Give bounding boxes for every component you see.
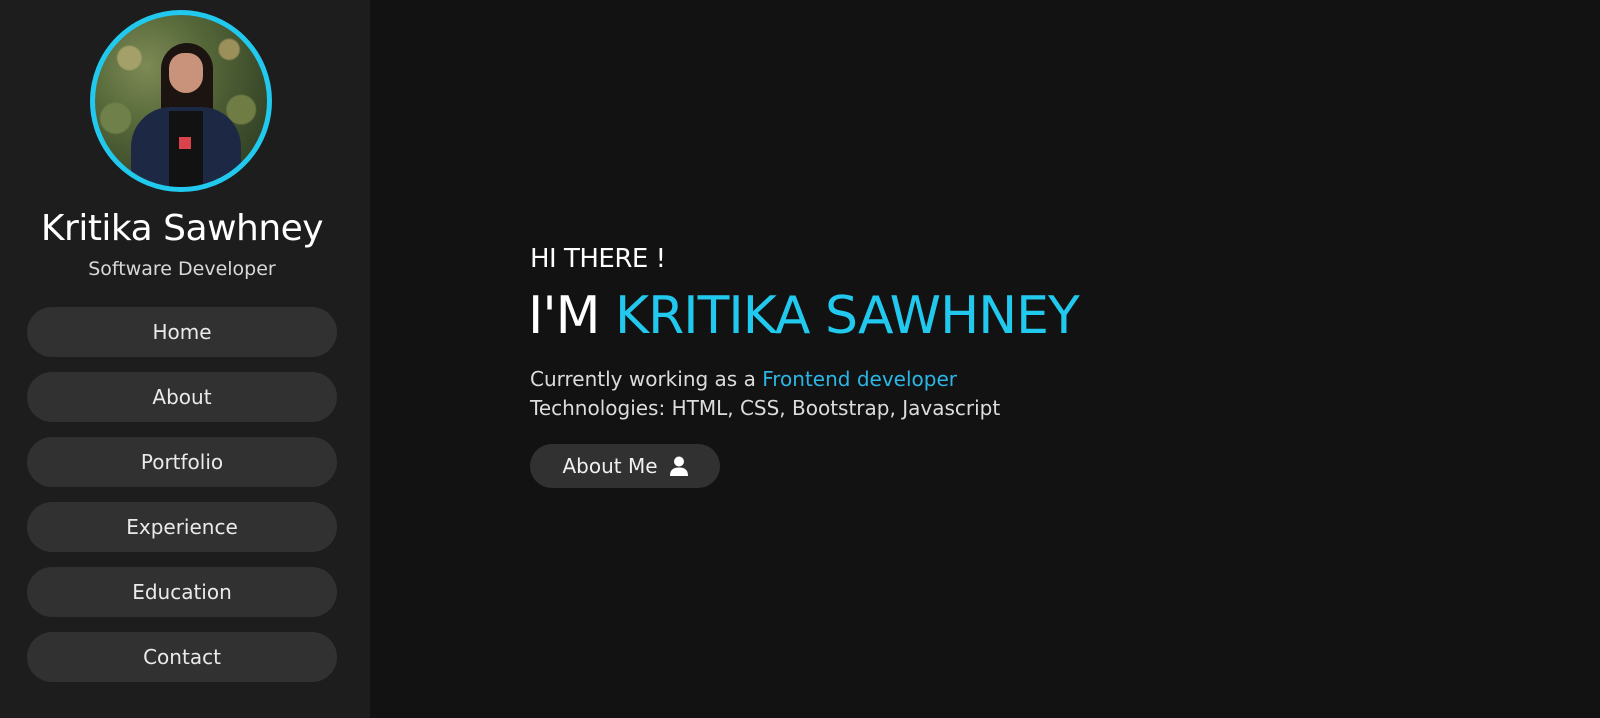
nav-home-button[interactable]: Home: [27, 307, 337, 357]
profile-name: Kritika Sawhney: [40, 208, 324, 249]
avatar-face: [169, 53, 203, 93]
nav-education-button[interactable]: Education: [27, 567, 337, 617]
nav-portfolio-button[interactable]: Portfolio: [27, 437, 337, 487]
page: Kritika Sawhney Software Developer Home …: [0, 0, 1600, 718]
hero-current-role: Currently working as a Frontend develope…: [530, 367, 957, 391]
hero-headline: I'M KRITIKA SAWHNEY: [528, 286, 1080, 346]
about-me-label: About Me: [562, 454, 658, 478]
hero-greeting: HI THERE !: [530, 244, 666, 274]
hero-technologies: Technologies: HTML, CSS, Bootstrap, Java…: [530, 396, 1001, 420]
profile-role: Software Developer: [88, 258, 276, 280]
nav-contact-button[interactable]: Contact: [27, 632, 337, 682]
about-me-button[interactable]: About Me: [530, 444, 720, 488]
headline-prefix: I'M: [528, 286, 600, 346]
nav-about-button[interactable]: About: [27, 372, 337, 422]
hero-section: HI THERE ! I'M KRITIKA SAWHNEY Currently…: [370, 0, 1600, 718]
avatar-shirt-logo: [179, 137, 191, 149]
sidebar: Kritika Sawhney Software Developer Home …: [0, 0, 370, 718]
nav-experience-button[interactable]: Experience: [27, 502, 337, 552]
current-role-highlight: Frontend developer: [762, 367, 957, 391]
user-icon: [669, 456, 688, 476]
current-role-prefix: Currently working as a: [530, 367, 756, 391]
profile-avatar: [90, 10, 272, 192]
avatar-shirt: [169, 111, 203, 187]
headline-name: KRITIKA SAWHNEY: [615, 286, 1080, 346]
